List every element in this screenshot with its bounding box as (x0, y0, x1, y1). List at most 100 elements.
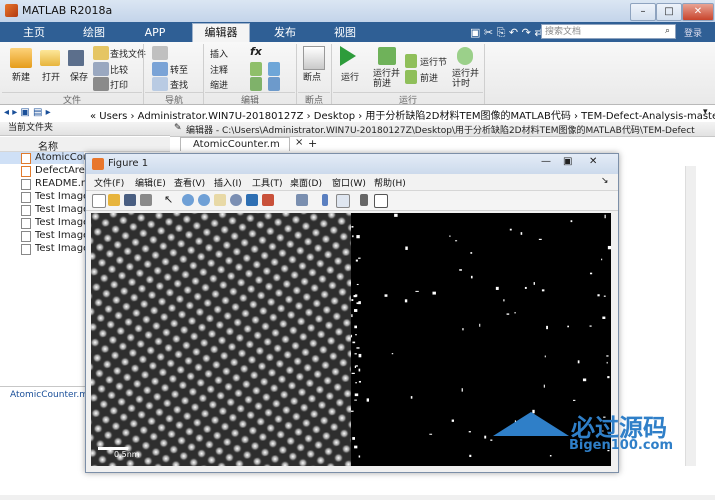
nav-arrows-icon[interactable]: ◂ ▸ ▣ ▤ ▸ (4, 107, 51, 118)
rotate-icon[interactable] (230, 194, 242, 206)
divider (484, 44, 485, 104)
run-advance-icon[interactable] (378, 47, 396, 65)
file-item[interactable]: Test Image (35, 191, 89, 203)
indent-button[interactable]: 缩进 (210, 78, 228, 91)
tem-image (91, 213, 351, 466)
name-column-label: 名称 (38, 142, 58, 153)
close-tab-icon[interactable]: × (295, 137, 303, 148)
open-button[interactable]: 打开 (42, 70, 60, 83)
run-icon[interactable] (340, 46, 356, 66)
sign-in-link[interactable]: 登录 (684, 26, 702, 39)
minimize-button[interactable]: – (630, 3, 656, 21)
advance-button[interactable]: 前进 (420, 71, 438, 84)
menu-window[interactable]: 窗口(W) (332, 176, 366, 189)
watermark: 必过源码 Bigen100.com (493, 406, 693, 466)
save-figure-icon[interactable] (124, 194, 136, 206)
breakpoints-icon[interactable] (303, 46, 325, 70)
run-section-icon (405, 54, 417, 68)
link-plot-icon[interactable] (296, 194, 308, 206)
save-button[interactable]: 保存 (70, 70, 88, 83)
advance-icon (405, 70, 417, 84)
open-file-icon[interactable] (108, 194, 120, 206)
pointer-icon[interactable]: ↖ (164, 194, 176, 206)
figure-minimize-button[interactable]: — (541, 156, 551, 167)
back-forward-icon[interactable] (152, 46, 168, 60)
breakpoints-group-label: 断点 (298, 92, 330, 106)
new-icon[interactable] (10, 48, 32, 68)
indent-icon[interactable] (250, 77, 262, 91)
figure-close-button[interactable]: ✕ (589, 156, 597, 167)
run-time-icon[interactable] (457, 47, 473, 65)
window-title: MATLAB R2018a (22, 4, 113, 17)
legend-icon[interactable] (336, 194, 350, 208)
insert-button[interactable]: 插入 (210, 47, 228, 60)
brush-icon[interactable] (262, 194, 274, 206)
pan-icon[interactable] (214, 194, 226, 206)
figure-title-bar: Figure 1 — ▣ ✕ (86, 154, 618, 174)
comment-icon[interactable] (250, 62, 262, 76)
run-advance-button[interactable]: 运行并 前进 (373, 69, 400, 89)
menu-insert[interactable]: 插入(I) (214, 176, 242, 189)
tab-editor[interactable]: 编辑器 (192, 23, 250, 43)
colorbar-icon[interactable] (322, 194, 328, 206)
zoom-out-icon[interactable] (198, 194, 210, 206)
menu-file[interactable]: 文件(F) (94, 176, 124, 189)
editor-header: ✎ 编辑器 - C:\Users\Administrator.WIN7U-201… (170, 122, 715, 137)
m-file-icon (21, 166, 31, 177)
tab-apps[interactable]: APP (132, 24, 178, 42)
editor-tab[interactable]: AtomicCounter.m (180, 137, 290, 151)
data-cursor-icon[interactable] (246, 194, 258, 206)
column-header[interactable]: 名称 (0, 137, 170, 153)
new-tab-button[interactable]: + (308, 137, 317, 150)
find-files-button[interactable]: 查找文件 (110, 47, 146, 60)
tab-home[interactable]: 主页 (12, 24, 56, 42)
breadcrumb[interactable]: « Users › Administrator.WIN7U-20180127Z … (90, 107, 715, 122)
fx-button[interactable]: fx (250, 45, 262, 58)
maximize-button[interactable]: □ (656, 3, 682, 21)
tab-publish[interactable]: 发布 (260, 24, 310, 42)
file-item[interactable]: Test Image (35, 243, 89, 255)
close-button[interactable]: ✕ (682, 3, 714, 21)
print-figure-icon[interactable] (140, 194, 152, 206)
new-button[interactable]: 新建 (12, 70, 30, 83)
hide-tools-icon[interactable] (360, 194, 368, 206)
open-folder-icon[interactable] (40, 50, 60, 66)
menu-view[interactable]: 查看(V) (174, 176, 205, 189)
compare-button[interactable]: 比较 (110, 63, 128, 76)
file-item[interactable]: Test Image (35, 230, 89, 242)
outdent-icon[interactable] (268, 77, 280, 91)
uncomment-icon[interactable] (268, 62, 280, 76)
search-input[interactable]: 搜索文档 (541, 24, 676, 39)
figure-maximize-button[interactable]: ▣ (563, 156, 572, 167)
ribbon-tabs: 主页 绘图 APP 编辑器 发布 视图 ▣ ✂ ⎘ ↶ ↷ ⇄ ⊟ ? 搜索文档… (0, 22, 715, 43)
menu-desktop[interactable]: 桌面(D) (290, 176, 322, 189)
comment-button[interactable]: 注释 (210, 63, 228, 76)
edit-group-label: 编辑 (205, 92, 295, 106)
menu-help[interactable]: 帮助(H) (374, 176, 406, 189)
goto-icon (152, 62, 168, 76)
image-file-icon (21, 218, 31, 229)
run-time-button[interactable]: 运行并 计时 (452, 69, 479, 89)
goto-button[interactable]: 转至 (170, 63, 188, 76)
file-item[interactable]: Test Image (35, 204, 89, 216)
show-tools-icon[interactable] (374, 194, 388, 208)
menu-tools[interactable]: 工具(T) (252, 176, 283, 189)
print-button[interactable]: 打印 (110, 78, 128, 91)
watermark-url: Bigen100.com (569, 438, 673, 453)
tab-view[interactable]: 视图 (322, 24, 368, 42)
search-icon[interactable]: ⌕ (665, 26, 670, 36)
run-section-button[interactable]: 运行节 (420, 55, 447, 68)
zoom-in-icon[interactable] (182, 194, 194, 206)
new-figure-icon[interactable] (92, 194, 106, 208)
tab-plots[interactable]: 绘图 (70, 24, 118, 42)
run-button[interactable]: 运行 (341, 70, 359, 83)
save-icon[interactable] (68, 50, 84, 66)
find-button[interactable]: 查找 (170, 78, 188, 91)
breakpoints-button[interactable]: 断点 (303, 70, 321, 83)
menu-edit[interactable]: 编辑(E) (135, 176, 166, 189)
chevron-down-icon[interactable]: ▾ (703, 107, 708, 117)
editor-icon: ✎ (174, 123, 182, 133)
file-item[interactable]: Test Image (35, 217, 89, 229)
dock-icon[interactable]: ↘ (601, 176, 609, 186)
print-icon (93, 77, 109, 91)
